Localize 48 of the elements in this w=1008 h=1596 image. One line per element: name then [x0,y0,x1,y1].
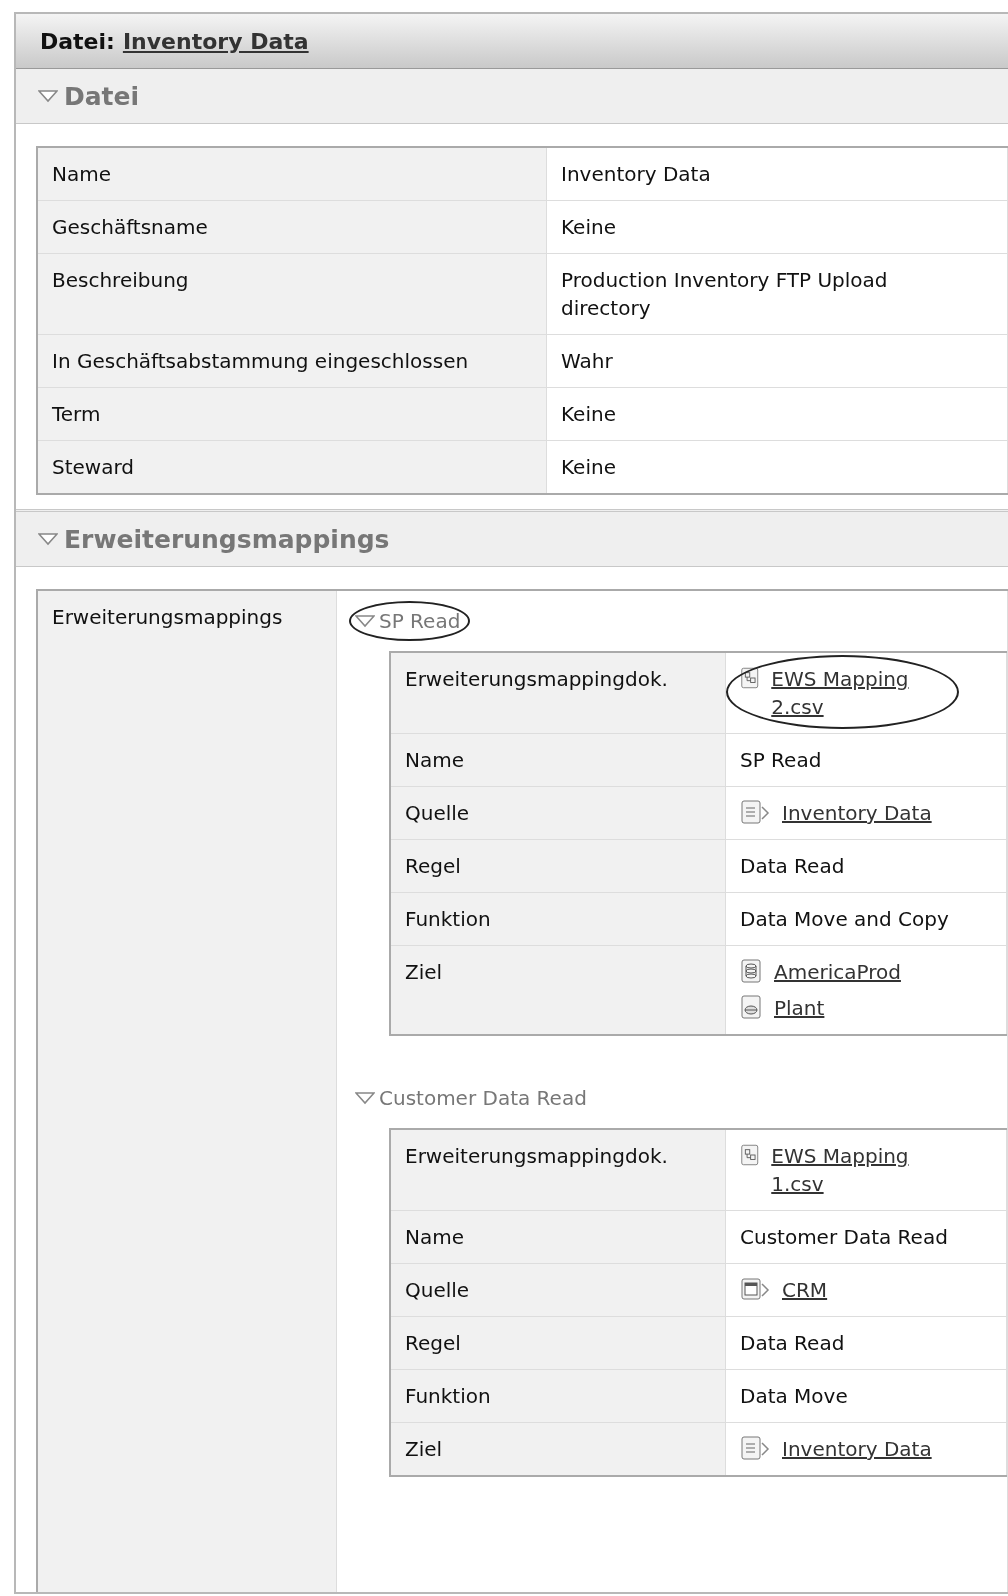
field-label: Quelle [405,1278,470,1302]
field-value: Inventory Data [561,161,711,188]
database-icon [740,958,764,986]
field-label: Regel [405,1331,461,1355]
title-prefix: Datei: [40,28,115,54]
item-link[interactable]: CRM [782,1276,828,1304]
field-label: Funktion [405,907,491,931]
field-value: SP Read [740,747,822,774]
field-label: Quelle [405,801,470,825]
field-label: Ziel [405,1437,443,1461]
file-arrow-icon [740,1435,772,1463]
field-label: Term [52,402,101,426]
field-label: Name [52,162,111,186]
schema-icon [740,994,764,1022]
field-label: Ziel [405,960,443,984]
collapse-icon [355,1091,375,1105]
title-link[interactable]: Inventory Data [122,28,309,54]
field-label: Erweiterungsmappings [52,605,283,629]
file-arrow-icon [740,799,772,827]
field-label: Regel [405,854,461,878]
field-label: Beschreibung [52,268,189,292]
collapse-icon [38,532,58,546]
collapse-icon [355,614,375,628]
field-label: Funktion [405,1384,491,1408]
field-value: Production Inventory FTP Upload directory [561,267,889,322]
item-link[interactable]: AmericaProd [774,958,901,986]
item-link[interactable]: Plant [774,994,825,1022]
field-value: Data Read [740,1330,845,1357]
field-label: Geschäftsname [52,215,208,239]
field-label: In Geschäftsabstammung eingeschlossen [52,349,469,373]
field-value: Keine [561,454,616,481]
field-value: Data Read [740,853,845,880]
field-value: Data Move [740,1383,848,1410]
section-toggle[interactable]: Datei [38,81,140,111]
collapse-icon [38,89,58,103]
field-value: Keine [561,401,616,428]
field-label: Steward [52,455,135,479]
section-toggle[interactable]: Erweiterungsmappings [38,524,390,554]
field-label: Erweiterungsmappingdok. [405,667,668,691]
group-toggle[interactable]: Customer Data Read [355,1086,587,1110]
field-value: Keine [561,214,616,241]
field-value: Customer Data Read [740,1224,948,1251]
group-toggle[interactable]: SP Read [355,609,461,633]
field-label: Name [405,748,464,772]
field-label: Erweiterungsmappingdok. [405,1144,668,1168]
field-label: Name [405,1225,464,1249]
field-value: Data Move and Copy [740,906,949,933]
field-value: Wahr [561,348,613,375]
